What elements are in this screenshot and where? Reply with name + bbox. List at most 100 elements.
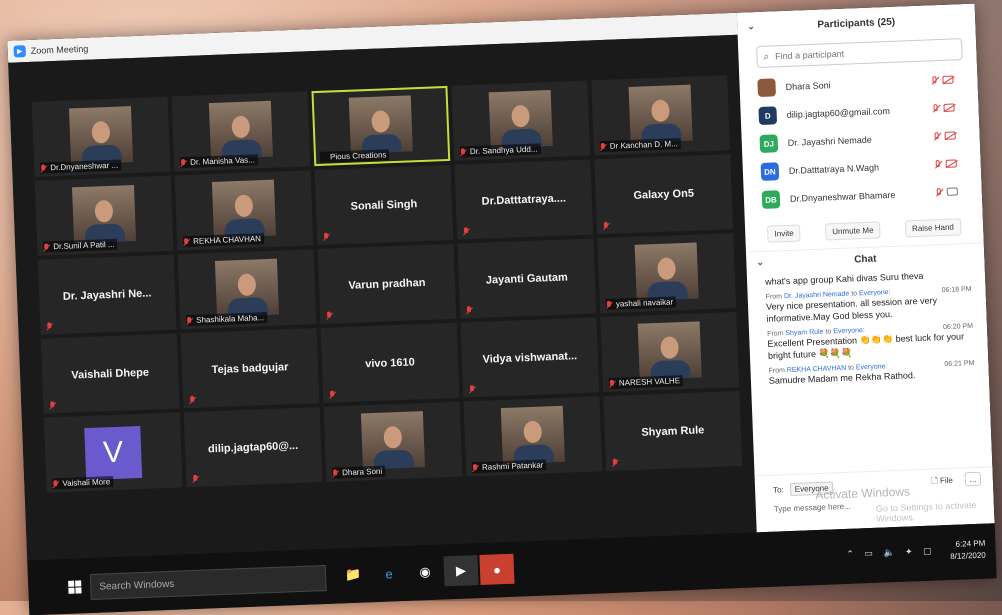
muted-mic-icon [612, 459, 618, 467]
zoom-logo-icon: ▶ [13, 45, 26, 58]
chat-collapse-chevron-icon[interactable]: ⌄ [756, 257, 764, 268]
participant-avatar: D [758, 106, 778, 125]
participant-tile[interactable]: REKHA CHAVHAN [174, 170, 314, 251]
participant-name-label: Dr Kanchan D. M... [599, 138, 682, 153]
side-panel: ⌄ Participants (25) ⌕ Dhara Soni Ddilip.j… [736, 3, 995, 533]
more-options-button[interactable]: ... [964, 471, 982, 487]
muted-mic-icon [932, 104, 939, 113]
zoom-taskbar-icon[interactable]: ▶ [443, 555, 479, 587]
muted-mic-icon [323, 233, 329, 241]
participant-tile[interactable]: Varun pradhan [317, 243, 457, 324]
participant-tile[interactable]: Dr. Sandhya Udd... [451, 80, 591, 161]
participant-tile[interactable]: Sonali Singh [314, 164, 454, 246]
chat-title: Chat [854, 253, 877, 265]
participant-name: Dr. Jayashri Ne... [62, 286, 152, 303]
muted-mic-icon [180, 159, 186, 167]
participant-tile[interactable]: Vaishali Dhepe [40, 333, 180, 414]
camera-off-icon [942, 75, 954, 84]
participant-tile[interactable]: Dr.Datttatraya.... [454, 159, 594, 240]
muted-mic-icon [463, 227, 469, 235]
muted-mic-icon [183, 238, 189, 246]
participant-video [628, 84, 693, 143]
participant-tile[interactable]: Jayanti Gautam [457, 238, 597, 319]
muted-mic-icon [460, 148, 466, 156]
laptop-screen: − ❐ ✕ ▶ Zoom Meeting Dr.Dnyaneshwar ...D… [7, 3, 997, 615]
chat-message: From Shyam Rule to Everyone: 06:20 PM Exce… [767, 323, 974, 362]
edge-icon[interactable]: e [371, 558, 406, 589]
participant-video [348, 95, 413, 154]
participant-tile[interactable]: Dr. Manisha Vas... [171, 91, 311, 172]
unmute-me-button[interactable]: Unmute Me [824, 221, 881, 241]
participant-tile[interactable]: Tejas badgujar [180, 328, 320, 409]
participant-name-label: Dhara Soni [331, 465, 386, 479]
clock-date: 8/12/2020 [950, 550, 986, 561]
muted-mic-icon [935, 160, 942, 169]
participant-name: Dr.Dnyaneshwar Bhamare [789, 189, 896, 204]
participant-tile[interactable]: dilip.jagtap60@... [183, 407, 323, 488]
file-button[interactable]: 🗋 File [931, 475, 953, 490]
taskbar-search[interactable]: Search Windows [89, 564, 327, 600]
participant-video [500, 405, 565, 465]
windows-start-icon[interactable] [68, 580, 83, 595]
muted-mic-icon [936, 188, 943, 197]
participant-tile[interactable]: Galaxy On5 [594, 154, 734, 235]
participant-tile[interactable]: Pious Creations [311, 85, 451, 167]
participant-tile[interactable]: Dhara Soni [323, 401, 463, 482]
muted-mic-icon [329, 390, 335, 398]
muted-mic-icon [609, 380, 615, 388]
participant-tile[interactable]: NARESH VALHE [600, 312, 740, 393]
chat-recipient: Everyone [858, 289, 889, 298]
participant-search[interactable]: ⌕ [756, 38, 963, 69]
participant-search-input[interactable] [772, 44, 928, 63]
taskbar-clock[interactable]: 6:24 PM 8/12/2020 [950, 538, 986, 563]
camera-app-icon[interactable]: ● [479, 553, 515, 586]
participant-tile[interactable]: Dr Kanchan D. M... [591, 75, 731, 156]
participant-tile[interactable]: Rashmi Patankar [463, 396, 603, 477]
participant-video [211, 179, 276, 239]
raise-hand-button[interactable]: Raise Hand [904, 218, 962, 238]
collapse-chevron-icon[interactable]: ⌄ [747, 21, 755, 32]
participant-status-icons [931, 75, 954, 86]
to-word: to [851, 290, 858, 298]
camera-off-icon [945, 159, 957, 168]
participant-tile[interactable]: Shyam Rule [603, 390, 743, 472]
muted-mic-icon [469, 385, 475, 393]
chat-messages: what's app group Kahi divas Suru theva Fr… [747, 265, 991, 446]
participant-video [637, 321, 702, 380]
participant-avatar: DB [761, 190, 781, 209]
participant-tile[interactable]: Vidya vishwanat... [460, 317, 600, 398]
participant-name-label: Shashikala Maha... [185, 312, 268, 327]
participant-tile[interactable]: Dr.Sunil A Patil ... [34, 175, 174, 256]
muted-mic-icon [40, 164, 46, 172]
participant-tile[interactable]: vivo 1610 [320, 322, 460, 403]
from-label: From [765, 293, 783, 301]
invite-button[interactable]: Invite [767, 224, 802, 243]
file-label: File [939, 475, 954, 486]
participant-tile[interactable]: Dr. Jayashri Ne... [37, 254, 177, 335]
participant-name-label: NARESH VALHE [608, 375, 684, 389]
participant-tile[interactable]: yashali navaikar [597, 233, 737, 314]
participant-tile[interactable]: Shashikala Maha... [177, 249, 317, 330]
participant-tile[interactable]: Dr.Dnyaneshwar ... [31, 96, 171, 177]
participant-name: Shyam Rule [641, 423, 705, 439]
system-tray-icons[interactable]: ⌃ ▭ 🔈 ✦ ▢ [846, 546, 936, 560]
participant-status-icons [932, 103, 955, 113]
participant-name-label: Vaishali More [52, 476, 114, 490]
chat-recipient: Everyone [855, 363, 886, 372]
camera-off-icon [943, 103, 955, 112]
participant-name-label: Dr. Manisha Vas... [179, 154, 259, 169]
chat-message: From Dr. Jayashri Nemade to Everyone: 06:… [766, 286, 973, 325]
chat-recipient: Everyone [833, 327, 863, 336]
participant-name-label: Pious Creations [319, 149, 390, 163]
muted-mic-icon [934, 132, 941, 141]
participant-tile[interactable]: V Vaishali More [43, 412, 183, 493]
muted-mic-icon [606, 301, 612, 309]
from-label: From [767, 330, 784, 338]
participant-name-label: REKHA CHAVHAN [182, 233, 265, 248]
participant-video [360, 411, 425, 470]
to-word: to [825, 328, 832, 336]
chrome-icon[interactable]: ◉ [407, 557, 442, 588]
participant-name: Dr.Datttatraya N.Wagh [788, 162, 880, 176]
file-explorer-icon[interactable]: 📁 [336, 559, 371, 590]
participant-name: Tejas badgujar [211, 360, 289, 376]
